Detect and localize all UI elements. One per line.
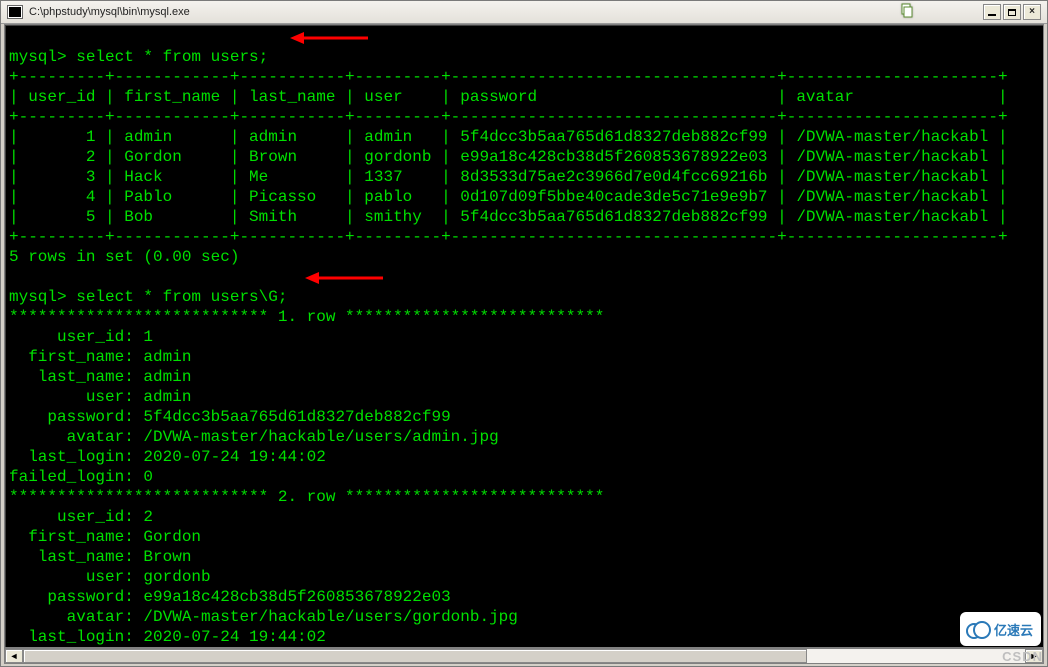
scroll-left-button[interactable]: ◄ xyxy=(5,649,23,663)
cloud-icon xyxy=(966,621,988,637)
minimize-button[interactable] xyxy=(983,4,1001,20)
hscroll-track[interactable] xyxy=(23,649,1025,663)
copy-icon[interactable] xyxy=(897,2,917,20)
hscroll-thumb[interactable] xyxy=(23,649,807,663)
window-controls: × xyxy=(983,4,1047,20)
horizontal-scrollbar[interactable]: ◄ ► xyxy=(4,648,1044,664)
csdn-watermark: CSDN xyxy=(998,647,1047,666)
cmd-icon xyxy=(7,5,23,19)
title-bar-title: C:\phpstudy\mysql\bin\mysql.exe xyxy=(1,5,983,19)
title-bar: C:\phpstudy\mysql\bin\mysql.exe × xyxy=(1,1,1047,24)
terminal-output: mysql> select * from users; +---------+-… xyxy=(5,25,1043,648)
terminal[interactable]: mysql> select * from users; +---------+-… xyxy=(4,24,1044,648)
window-title-text: C:\phpstudy\mysql\bin\mysql.exe xyxy=(29,6,190,18)
watermark-badge: 亿速云 xyxy=(960,612,1041,646)
close-button[interactable]: × xyxy=(1023,4,1041,20)
watermark-text: 亿速云 xyxy=(994,620,1033,639)
maximize-button[interactable] xyxy=(1003,4,1021,20)
app-window: C:\phpstudy\mysql\bin\mysql.exe × mysql>… xyxy=(0,0,1048,667)
